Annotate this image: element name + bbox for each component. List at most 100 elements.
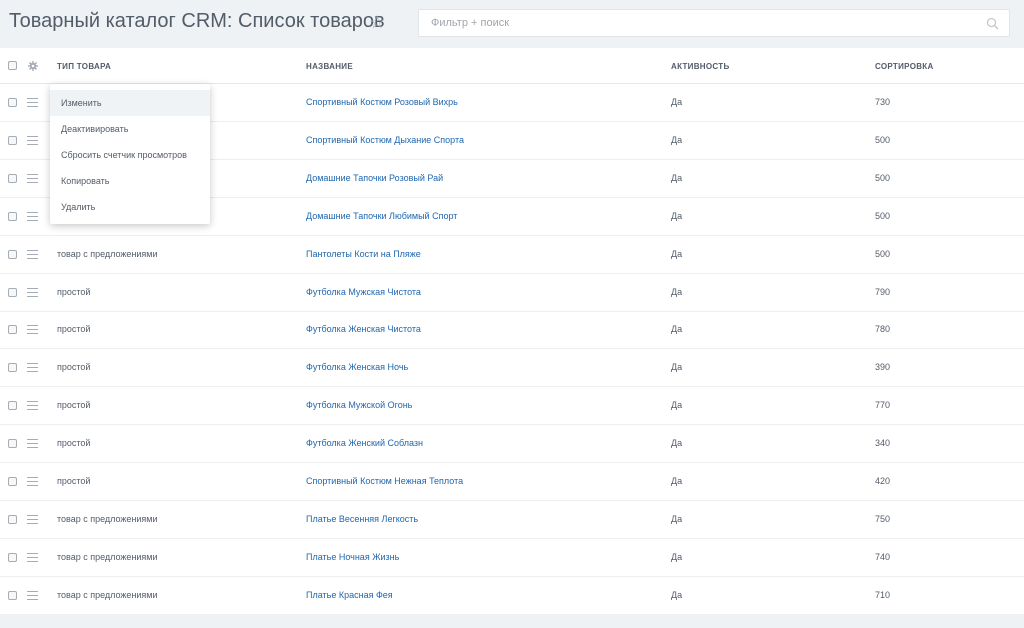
row-checkbox[interactable] xyxy=(8,590,17,600)
table-row[interactable]: простой Футболка Женский Соблазн Да 340 xyxy=(0,425,1024,464)
cell-name-link[interactable]: Футболка Женская Чистота xyxy=(306,324,421,334)
cell-active: Да xyxy=(671,210,683,221)
row-menu-icon[interactable] xyxy=(27,287,38,297)
cell-sort: 500 xyxy=(875,248,891,259)
table-row[interactable]: товар с предложениями Платье Красная Фея Д… xyxy=(0,577,1024,615)
row-checkbox[interactable] xyxy=(8,98,17,107)
star-icon[interactable]: ☆ xyxy=(369,11,385,33)
table-row[interactable]: товар с предложениями Пантолеты Кости на … xyxy=(0,236,1024,274)
cell-sort: 420 xyxy=(875,476,891,486)
row-menu-icon[interactable] xyxy=(27,173,38,183)
cell-name-link[interactable]: Спортивный Костюм Дыхание Спорта xyxy=(306,135,464,145)
cell-sort: 730 xyxy=(875,97,891,107)
cell-name-link[interactable]: Спортивный Костюм Нежная Теплота xyxy=(306,476,463,486)
row-menu-icon[interactable] xyxy=(27,249,38,259)
row-menu-icon[interactable] xyxy=(27,552,38,562)
row-menu-icon[interactable] xyxy=(27,363,38,373)
cell-active: Да xyxy=(671,513,683,524)
row-checkbox[interactable] xyxy=(8,514,17,524)
cell-name-link[interactable]: Спортивный Костюм Розовый Вихрь xyxy=(306,97,458,107)
row-menu-icon[interactable] xyxy=(27,477,38,486)
cell-type: простой xyxy=(57,438,91,449)
column-header-sort[interactable]: СОРТИРОВКА xyxy=(875,62,934,71)
row-checkbox[interactable] xyxy=(8,325,17,335)
cell-type: товар с предложениями xyxy=(57,589,158,600)
cell-name-link[interactable]: Платье Ночная Жизнь xyxy=(306,552,399,562)
menu-item-delete[interactable]: Удалить xyxy=(50,194,210,220)
table-row[interactable]: простой Футболка Женская Чистота Да 780 xyxy=(0,311,1024,350)
cell-type: простой xyxy=(57,362,91,373)
row-checkbox[interactable] xyxy=(8,552,17,562)
cell-sort: 710 xyxy=(875,589,891,600)
filter-search-box[interactable] xyxy=(418,9,1010,37)
cell-active: Да xyxy=(671,97,683,107)
search-icon[interactable] xyxy=(986,17,999,30)
table-row[interactable]: простой Футболка Мужской Огонь Да 770 xyxy=(0,387,1024,426)
gear-icon[interactable] xyxy=(28,61,38,71)
cell-name-link[interactable]: Футболка Женский Соблазн xyxy=(306,438,423,448)
table-row[interactable]: простой Футболка Мужская Чистота Да 790 xyxy=(0,274,1024,312)
cell-active: Да xyxy=(671,476,683,486)
cell-active: Да xyxy=(671,248,683,259)
cell-active: Да xyxy=(671,438,683,449)
cell-name-link[interactable]: Домашние Тапочки Любимый Спорт xyxy=(306,211,457,221)
row-checkbox[interactable] xyxy=(8,135,17,145)
cell-name-link[interactable]: Футболка Женская Ночь xyxy=(306,362,408,372)
row-checkbox[interactable] xyxy=(8,439,17,449)
column-header-type[interactable]: ТИП ТОВАРА xyxy=(57,62,111,71)
cell-active: Да xyxy=(671,286,683,297)
cell-sort: 390 xyxy=(875,362,891,373)
cell-sort: 790 xyxy=(875,286,891,297)
grid-header: ТИП ТОВАРА НАЗВАНИЕ АКТИВНОСТЬ СОРТИРОВК… xyxy=(0,48,1024,84)
cell-active: Да xyxy=(671,362,683,373)
cell-name-link[interactable]: Платье Красная Фея xyxy=(306,590,393,600)
table-row[interactable]: товар с предложениями Платье Весенняя Лег… xyxy=(0,501,1024,539)
column-header-name[interactable]: НАЗВАНИЕ xyxy=(306,62,353,71)
row-menu-icon[interactable] xyxy=(27,98,38,107)
row-checkbox[interactable] xyxy=(8,287,17,297)
row-checkbox[interactable] xyxy=(8,211,17,221)
row-menu-icon[interactable] xyxy=(27,401,38,411)
row-menu-icon[interactable] xyxy=(27,135,38,145)
row-menu-icon[interactable] xyxy=(27,211,38,221)
page-title: Товарный каталог CRM: Список товаров xyxy=(9,10,385,32)
cell-sort: 740 xyxy=(875,551,891,562)
row-menu-icon[interactable] xyxy=(27,514,38,524)
table-row[interactable]: товар с предложениями Платье Ночная Жизнь… xyxy=(0,539,1024,577)
column-header-active[interactable]: АКТИВНОСТЬ xyxy=(671,62,730,71)
menu-item-copy[interactable]: Копировать xyxy=(50,168,210,194)
cell-type: простой xyxy=(57,400,91,411)
row-checkbox[interactable] xyxy=(8,401,17,411)
row-checkbox[interactable] xyxy=(8,249,17,259)
cell-name-link[interactable]: Футболка Мужской Огонь xyxy=(306,400,412,410)
menu-item-deactivate[interactable]: Деактивировать xyxy=(50,116,210,142)
row-menu-icon[interactable] xyxy=(27,325,38,335)
cell-name-link[interactable]: Домашние Тапочки Розовый Рай xyxy=(306,173,443,183)
cell-type: простой xyxy=(57,286,91,297)
row-checkbox[interactable] xyxy=(8,363,17,373)
cell-active: Да xyxy=(671,400,683,411)
row-context-menu: Изменить Деактивировать Сбросить счетчик… xyxy=(50,84,210,224)
cell-name-link[interactable]: Платье Весенняя Легкость xyxy=(306,514,418,524)
row-checkbox[interactable] xyxy=(8,477,17,486)
select-all-checkbox[interactable] xyxy=(8,61,17,70)
row-checkbox[interactable] xyxy=(8,173,17,183)
page-header: Товарный каталог CRM: Список товаров ☆ xyxy=(0,0,1024,48)
search-input[interactable] xyxy=(419,10,1009,36)
cell-sort: 500 xyxy=(875,134,891,145)
menu-item-reset-views[interactable]: Сбросить счетчик просмотров xyxy=(50,142,210,168)
table-row[interactable]: простой Спортивный Костюм Нежная Теплота Д… xyxy=(0,463,1024,501)
cell-sort: 340 xyxy=(875,438,891,449)
row-menu-icon[interactable] xyxy=(27,439,38,449)
table-row[interactable]: простой Футболка Женская Ночь Да 390 xyxy=(0,349,1024,388)
menu-item-edit[interactable]: Изменить xyxy=(50,90,210,116)
cell-active: Да xyxy=(671,324,683,335)
cell-sort: 780 xyxy=(875,324,891,335)
cell-type: простой xyxy=(57,324,91,335)
page-footer-strip xyxy=(0,614,1024,628)
cell-type: товар с предложениями xyxy=(57,513,158,524)
cell-name-link[interactable]: Футболка Мужская Чистота xyxy=(306,287,421,297)
row-menu-icon[interactable] xyxy=(27,590,38,600)
cell-name-link[interactable]: Пантолеты Кости на Пляже xyxy=(306,249,421,259)
cell-type: простой xyxy=(57,476,91,486)
